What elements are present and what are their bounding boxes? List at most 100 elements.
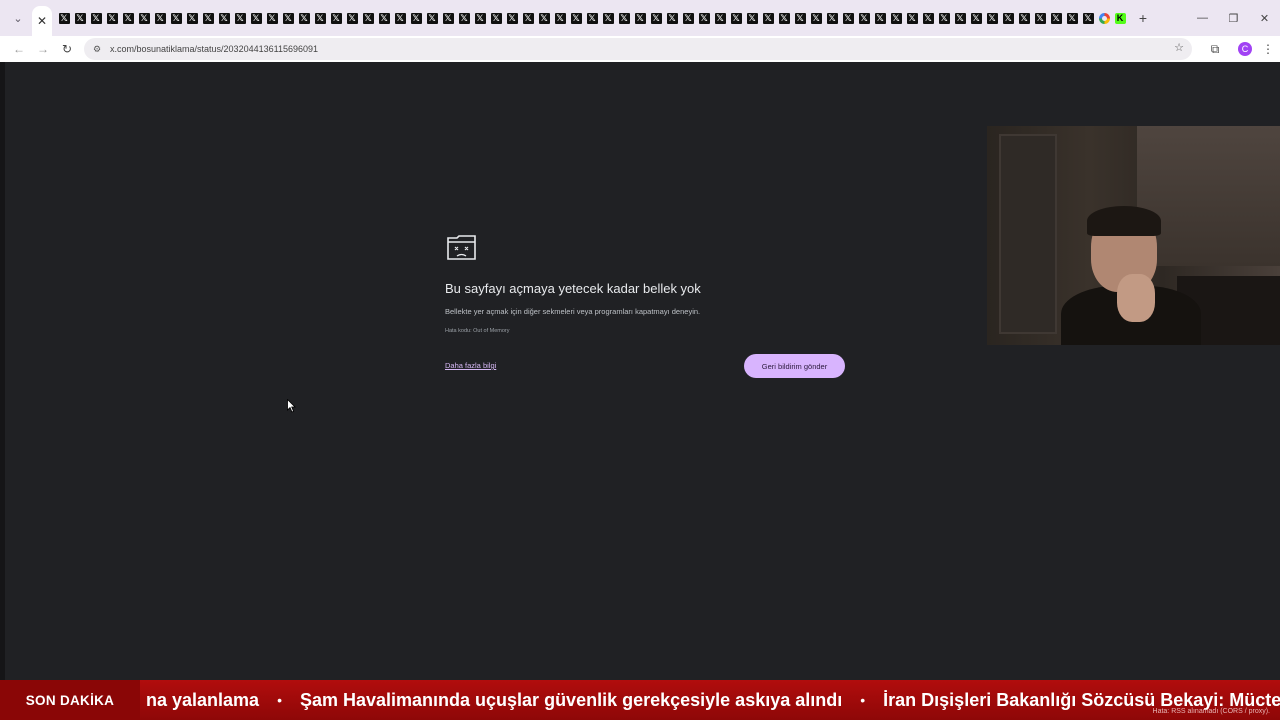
restore-button[interactable]: ❐ <box>1218 0 1249 36</box>
webcam-overlay <box>987 126 1280 345</box>
x-logo-icon: 𝕏 <box>682 12 694 24</box>
tab-x[interactable]: 𝕏 <box>552 0 568 36</box>
tab-x[interactable]: 𝕏 <box>888 0 904 36</box>
tab-x[interactable]: 𝕏 <box>280 0 296 36</box>
tab-x[interactable]: 𝕏 <box>504 0 520 36</box>
tab-search-button[interactable]: ⌄ <box>7 7 29 29</box>
tab-x[interactable]: 𝕏 <box>248 0 264 36</box>
tab-x[interactable]: 𝕏 <box>760 0 776 36</box>
tab-x[interactable]: 𝕏 <box>712 0 728 36</box>
tab-x[interactable]: 𝕏 <box>56 0 72 36</box>
tab-x[interactable]: 𝕏 <box>456 0 472 36</box>
x-logo-icon: 𝕏 <box>922 12 934 24</box>
tab-list: 𝕏𝕏𝕏𝕏𝕏𝕏𝕏𝕏𝕏𝕏𝕏𝕏𝕏𝕏𝕏𝕏𝕏𝕏𝕏𝕏𝕏𝕏𝕏𝕏𝕏𝕏𝕏𝕏𝕏𝕏𝕏𝕏𝕏𝕏𝕏𝕏𝕏𝕏𝕏𝕏… <box>56 0 1128 36</box>
tab-x[interactable]: 𝕏 <box>776 0 792 36</box>
tab-x[interactable]: 𝕏 <box>152 0 168 36</box>
tab-x[interactable]: 𝕏 <box>616 0 632 36</box>
tab-google[interactable] <box>1096 12 1112 24</box>
tab-x[interactable]: 𝕏 <box>328 0 344 36</box>
close-window-button[interactable]: ✕ <box>1249 0 1280 36</box>
tab-x[interactable]: 𝕏 <box>936 0 952 36</box>
reload-button[interactable]: ↻ <box>55 37 79 61</box>
tab-x[interactable]: 𝕏 <box>392 0 408 36</box>
tab-x[interactable]: 𝕏 <box>136 0 152 36</box>
x-logo-icon: 𝕏 <box>810 12 822 24</box>
new-tab-button[interactable]: + <box>1132 10 1154 26</box>
tab-x[interactable]: 𝕏 <box>968 0 984 36</box>
tab-x[interactable]: 𝕏 <box>264 0 280 36</box>
tab-x[interactable]: 𝕏 <box>1000 0 1016 36</box>
tab-x[interactable]: 𝕏 <box>88 0 104 36</box>
tab-x[interactable]: 𝕏 <box>200 0 216 36</box>
tab-x[interactable]: 𝕏 <box>952 0 968 36</box>
tab-x[interactable]: 𝕏 <box>664 0 680 36</box>
tab-x[interactable]: 𝕏 <box>360 0 376 36</box>
x-logo-icon: 𝕏 <box>618 12 630 24</box>
x-logo-icon: 𝕏 <box>954 12 966 24</box>
tab-x[interactable]: 𝕏 <box>440 0 456 36</box>
tab-x[interactable]: 𝕏 <box>312 0 328 36</box>
send-feedback-button[interactable]: Geri bildirim gönder <box>744 354 845 378</box>
tab-x[interactable]: 𝕏 <box>1064 0 1080 36</box>
back-button[interactable]: ← <box>7 37 31 61</box>
bookmark-star-icon[interactable]: ☆ <box>1174 41 1184 54</box>
tab-x[interactable]: 𝕏 <box>296 0 312 36</box>
tab-x[interactable]: 𝕏 <box>584 0 600 36</box>
toolbar-right: ⧉ C ⋮ <box>1200 36 1280 62</box>
tab-x[interactable]: 𝕏 <box>568 0 584 36</box>
tab-x[interactable]: 𝕏 <box>488 0 504 36</box>
tab-x[interactable]: 𝕏 <box>856 0 872 36</box>
learn-more-link[interactable]: Daha fazla bilgi <box>445 361 496 370</box>
tab-x[interactable]: 𝕏 <box>984 0 1000 36</box>
extensions-icon[interactable]: ⧉ <box>1200 42 1230 57</box>
url-text[interactable]: x.com/bosunatiklama/status/2032044136115… <box>110 44 318 54</box>
tab-x[interactable]: 𝕏 <box>600 0 616 36</box>
tab-x[interactable]: 𝕏 <box>808 0 824 36</box>
tab-x[interactable]: 𝕏 <box>920 0 936 36</box>
tab-x[interactable]: 𝕏 <box>376 0 392 36</box>
tab-x[interactable]: 𝕏 <box>1048 0 1064 36</box>
tab-x[interactable]: 𝕏 <box>1016 0 1032 36</box>
x-logo-icon: 𝕏 <box>634 12 646 24</box>
tab-x[interactable]: 𝕏 <box>216 0 232 36</box>
tab-x[interactable]: 𝕏 <box>520 0 536 36</box>
x-logo-icon: 𝕏 <box>778 12 790 24</box>
site-info-icon[interactable]: ⚙ <box>86 38 108 60</box>
tab-x[interactable]: 𝕏 <box>696 0 712 36</box>
tab-x[interactable]: 𝕏 <box>104 0 120 36</box>
tab-x[interactable]: 𝕏 <box>904 0 920 36</box>
tab-x[interactable]: 𝕏 <box>408 0 424 36</box>
profile-avatar[interactable]: C <box>1238 42 1252 56</box>
tab-x[interactable]: 𝕏 <box>184 0 200 36</box>
tab-x[interactable]: 𝕏 <box>120 0 136 36</box>
tab-x[interactable]: 𝕏 <box>792 0 808 36</box>
tab-x[interactable]: 𝕏 <box>472 0 488 36</box>
minimize-button[interactable]: — <box>1187 0 1218 36</box>
tab-x[interactable]: 𝕏 <box>168 0 184 36</box>
forward-button[interactable]: → <box>31 37 55 61</box>
close-icon[interactable]: ✕ <box>37 14 47 28</box>
active-tab[interactable]: ✕ <box>32 6 52 36</box>
x-logo-icon: 𝕏 <box>394 12 406 24</box>
tab-x[interactable]: 𝕏 <box>232 0 248 36</box>
tab-x[interactable]: 𝕏 <box>424 0 440 36</box>
tab-x[interactable]: 𝕏 <box>1080 0 1096 36</box>
tab-x[interactable]: 𝕏 <box>72 0 88 36</box>
address-bar[interactable]: ⚙ x.com/bosunatiklama/status/20320441361… <box>84 38 1192 60</box>
x-logo-icon: 𝕏 <box>522 12 534 24</box>
tab-x[interactable]: 𝕏 <box>632 0 648 36</box>
tab-x[interactable]: 𝕏 <box>536 0 552 36</box>
news-ticker: na yalanlama • Şam Havalimanında uçuşlar g… <box>0 680 1280 720</box>
tab-x[interactable]: 𝕏 <box>824 0 840 36</box>
tab-x[interactable]: 𝕏 <box>872 0 888 36</box>
tab-x[interactable]: 𝕏 <box>648 0 664 36</box>
menu-icon[interactable]: ⋮ <box>1260 42 1276 56</box>
tab-x[interactable]: 𝕏 <box>1032 0 1048 36</box>
tab-x[interactable]: 𝕏 <box>744 0 760 36</box>
tab-x[interactable]: 𝕏 <box>680 0 696 36</box>
tab-kick[interactable]: K <box>1112 12 1128 24</box>
tab-x[interactable]: 𝕏 <box>728 0 744 36</box>
tab-x[interactable]: 𝕏 <box>344 0 360 36</box>
x-logo-icon: 𝕏 <box>442 12 454 24</box>
tab-x[interactable]: 𝕏 <box>840 0 856 36</box>
